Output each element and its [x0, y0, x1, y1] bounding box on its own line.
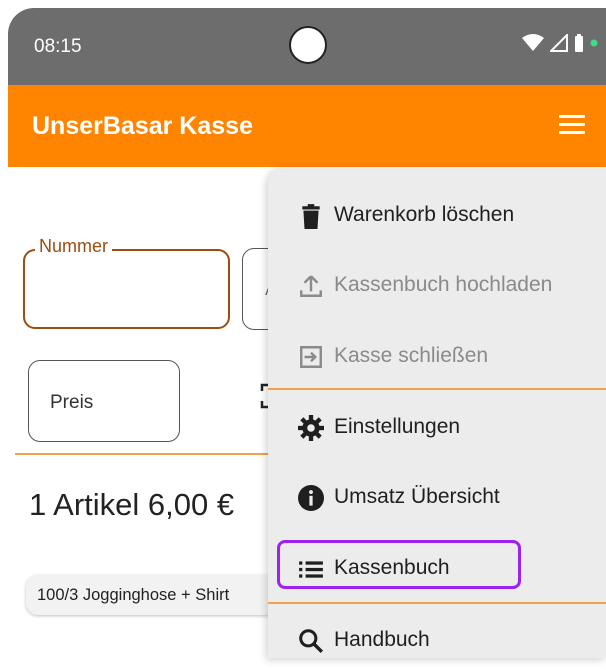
menu-item-kassenbuch-hochladen[interactable]: Kassenbuch hochladen	[268, 255, 606, 315]
app-title: UnserBasar Kasse	[32, 112, 253, 140]
menu-item-label: Kasse schließen	[334, 344, 489, 367]
search-icon	[299, 629, 324, 654]
notification-dot-icon	[590, 39, 598, 47]
preis-field[interactable]: Preis	[28, 360, 180, 442]
hamburger-menu-icon[interactable]	[559, 115, 585, 135]
signal-icon	[550, 34, 568, 52]
preis-label: Preis	[50, 392, 94, 413]
menu-item-label: Handbuch	[334, 628, 430, 651]
menu-separator	[268, 388, 606, 390]
nummer-field[interactable]: Nummer	[23, 236, 230, 329]
gear-icon	[298, 415, 324, 441]
status-bar: 08:15	[8, 8, 606, 85]
menu-item-warenkorb-loeschen[interactable]: Warenkorb löschen	[268, 185, 606, 245]
trash-icon	[302, 204, 320, 229]
cart-item-text: 100/3 Jogginghose + Shirt	[37, 586, 230, 604]
camera-cutout	[289, 26, 327, 64]
system-icons	[522, 34, 598, 52]
menu-item-kasse-schliessen[interactable]: Kasse schließen	[268, 326, 606, 386]
menu-item-handbuch[interactable]: Handbuch	[268, 610, 606, 670]
battery-icon	[575, 34, 583, 52]
app-bar: UnserBasar Kasse	[8, 85, 606, 167]
info-icon	[298, 485, 324, 511]
cart-item[interactable]: 100/3 Jogginghose + Shirt	[26, 575, 296, 615]
status-time: 08:15	[34, 36, 82, 57]
menu-item-einstellungen[interactable]: Einstellungen	[268, 397, 606, 457]
wifi-icon	[522, 34, 544, 51]
menu-item-label: Umsatz Übersicht	[334, 485, 500, 508]
selection-highlight	[277, 540, 521, 589]
upload-icon	[300, 275, 322, 297]
exit-icon	[300, 346, 322, 368]
menu-item-label: Warenkorb löschen	[334, 203, 515, 226]
overflow-menu: Warenkorb löschen Kassenbuch hochladen K…	[268, 167, 606, 658]
menu-item-label: Einstellungen	[334, 415, 461, 438]
menu-item-umsatz-uebersicht[interactable]: Umsatz Übersicht	[268, 467, 606, 527]
nummer-label: Nummer	[35, 236, 113, 257]
divider	[15, 453, 280, 455]
menu-separator	[268, 602, 606, 604]
menu-item-label: Kassenbuch hochladen	[334, 273, 553, 296]
cart-summary: 1 Artikel 6,00 €	[29, 487, 235, 522]
